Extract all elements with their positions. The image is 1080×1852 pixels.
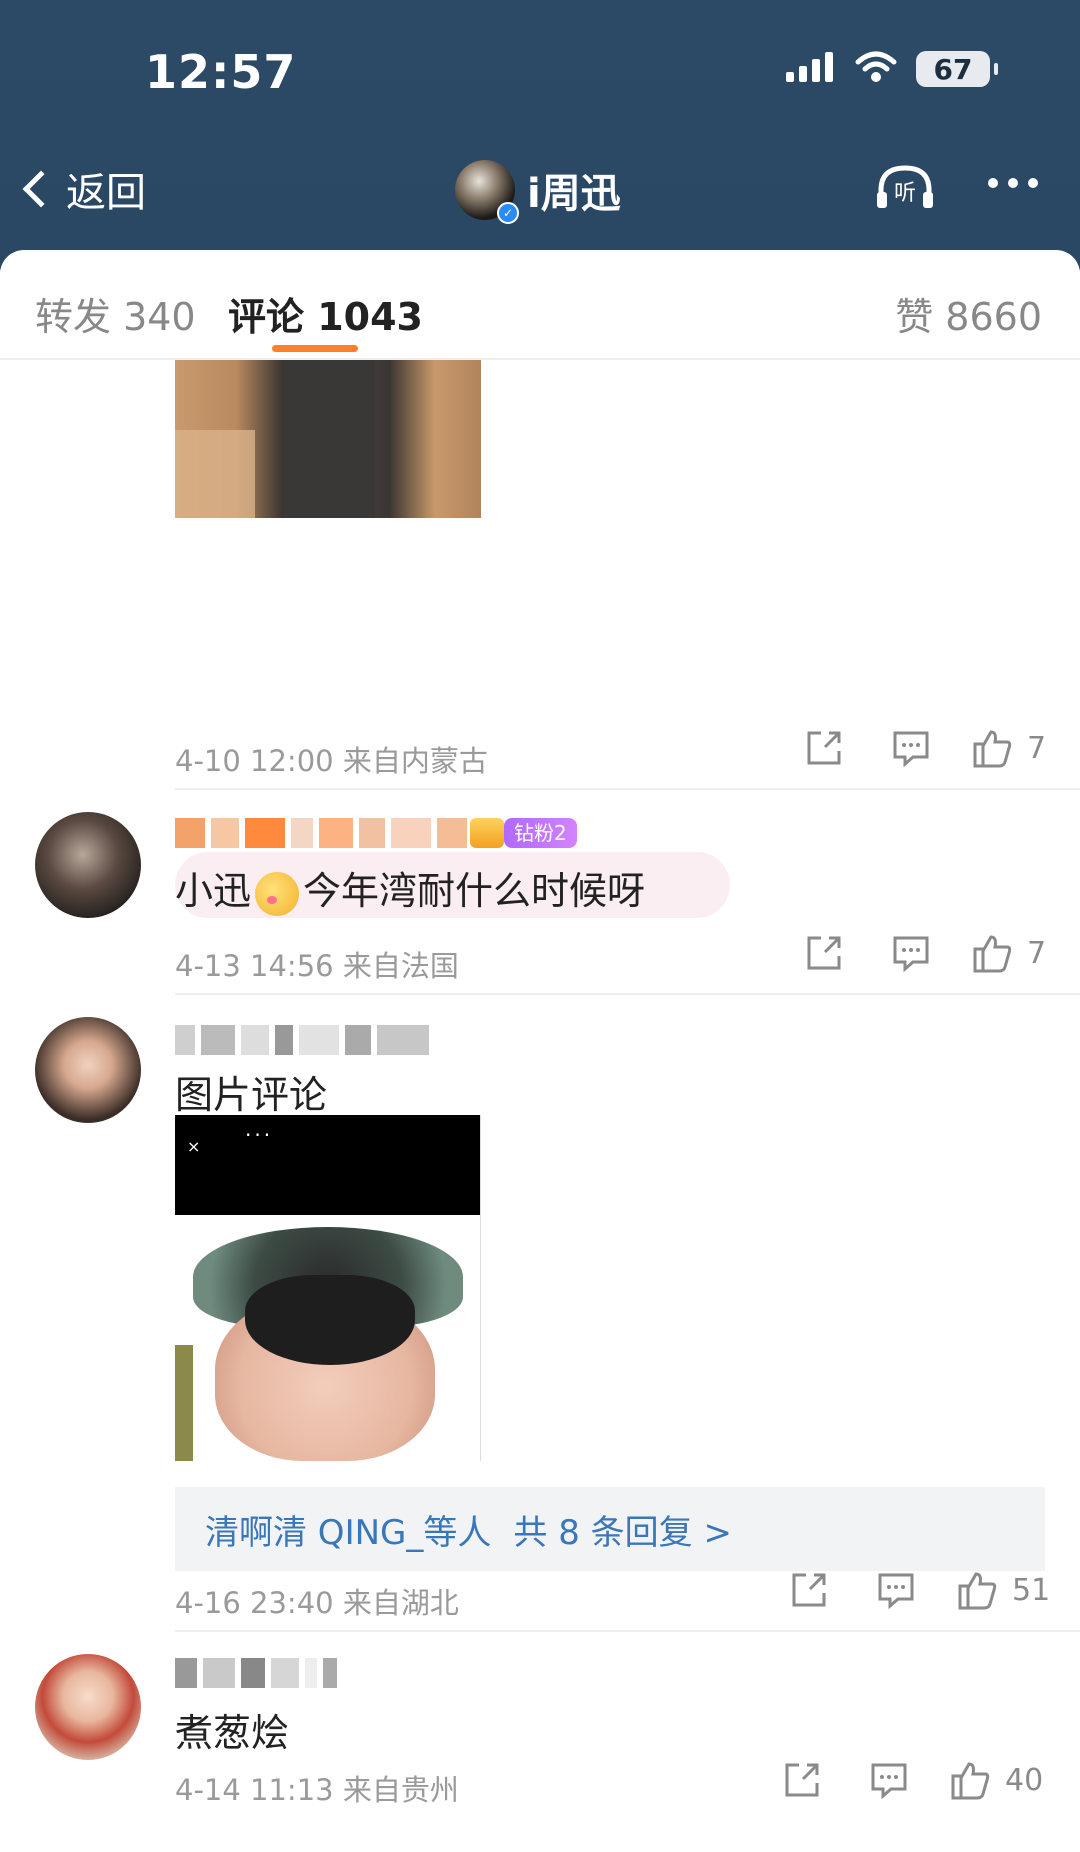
status-icons: 67 bbox=[786, 50, 998, 88]
header: 12:57 67 返回 ✓ i周迅 听 bbox=[0, 0, 1080, 270]
signal-icon bbox=[786, 50, 836, 88]
photo-figure bbox=[285, 360, 375, 518]
like-button[interactable]: 7 bbox=[971, 728, 1046, 768]
crown-icon bbox=[470, 818, 504, 848]
more-icon: ... bbox=[245, 1117, 274, 1141]
comment-actions: 51 bbox=[790, 1570, 1050, 1610]
comment-text: 煮葱烩 bbox=[175, 1711, 290, 1755]
verified-badge-icon: ✓ bbox=[497, 202, 519, 224]
listen-button[interactable]: 听 bbox=[875, 162, 935, 216]
photo-chair bbox=[175, 430, 255, 518]
like-count: 40 bbox=[1005, 1762, 1044, 1798]
profile-title[interactable]: ✓ i周迅 bbox=[455, 160, 621, 224]
comment-divider bbox=[175, 788, 1080, 790]
share-button[interactable] bbox=[790, 1571, 828, 1609]
comment-text: 图片评论 bbox=[175, 1073, 328, 1117]
headphone-icon: 听 bbox=[877, 165, 933, 208]
comment-meta: 4-13 14:56 来自法国 bbox=[175, 949, 459, 983]
more-dot bbox=[988, 178, 998, 188]
back-label: 返回 bbox=[66, 170, 146, 216]
share-icon bbox=[792, 1573, 826, 1607]
share-icon bbox=[807, 731, 841, 765]
tab-repost[interactable]: 转发 340 bbox=[35, 286, 196, 341]
comment-text-part: 今年湾耐什么时候呀 bbox=[303, 869, 646, 913]
profile-name: i周迅 bbox=[527, 171, 621, 217]
like-count: 51 bbox=[1012, 1572, 1051, 1608]
comment-meta: 4-16 23:40 来自湖北 bbox=[175, 1586, 459, 1620]
comment-icon bbox=[878, 1573, 914, 1609]
avatar[interactable] bbox=[35, 1017, 141, 1123]
share-button[interactable] bbox=[805, 729, 843, 767]
comment-image[interactable] bbox=[175, 360, 481, 518]
comment-actions: 7 bbox=[805, 728, 1046, 768]
tab-comments[interactable]: 评论 1043 bbox=[228, 286, 423, 341]
share-button[interactable] bbox=[783, 1761, 821, 1799]
reply-button[interactable] bbox=[891, 934, 931, 972]
more-dot bbox=[1028, 178, 1038, 188]
back-button[interactable]: 返回 bbox=[22, 160, 146, 218]
reply-button[interactable] bbox=[891, 729, 931, 767]
like-button[interactable]: 7 bbox=[971, 933, 1046, 973]
comment-divider bbox=[175, 993, 1080, 995]
thumbs-up-icon bbox=[958, 1572, 997, 1610]
share-button[interactable] bbox=[805, 934, 843, 972]
chevron-left-icon bbox=[22, 170, 60, 208]
battery-indicator: 67 bbox=[916, 51, 998, 87]
replies-count: 共 8 条回复 > bbox=[513, 1512, 732, 1553]
comment-meta: 4-14 11:13 来自贵州 bbox=[175, 1773, 459, 1807]
meme-hair bbox=[245, 1275, 415, 1365]
thumbs-up-icon bbox=[951, 1762, 990, 1800]
wifi-icon bbox=[854, 50, 898, 88]
meme-tassel bbox=[175, 1345, 193, 1461]
comment-actions: 40 bbox=[783, 1760, 1043, 1800]
active-tab-indicator bbox=[272, 345, 358, 352]
thumbs-up-icon bbox=[973, 730, 1012, 768]
comment-icon bbox=[871, 1763, 907, 1799]
comment-text: 小迅 今年湾耐什么时候呀 bbox=[175, 860, 645, 916]
comment-actions: 7 bbox=[805, 933, 1046, 973]
replies-names: 清啊清 QING_等人 bbox=[205, 1512, 492, 1553]
tab-likes[interactable]: 赞 8660 bbox=[895, 286, 1042, 341]
share-icon bbox=[785, 1763, 819, 1797]
username-redacted[interactable] bbox=[175, 1025, 429, 1055]
comment-icon bbox=[893, 936, 929, 972]
like-count: 7 bbox=[1027, 935, 1047, 971]
image-top-bar: × ... bbox=[175, 1115, 480, 1215]
like-count: 7 bbox=[1027, 730, 1047, 766]
more-dot bbox=[1008, 178, 1018, 188]
comment-text-part: 小迅 bbox=[175, 869, 252, 913]
view-replies-link[interactable]: 清啊清 QING_等人 共 8 条回复 > bbox=[175, 1487, 1045, 1571]
close-icon: × bbox=[187, 1137, 201, 1156]
comment-divider bbox=[175, 1630, 1080, 1632]
reply-button[interactable] bbox=[876, 1571, 916, 1609]
username-redacted[interactable] bbox=[175, 1658, 337, 1688]
share-icon bbox=[807, 936, 841, 970]
username-redacted[interactable] bbox=[175, 818, 467, 848]
fan-level-badge: 钻粉2 bbox=[504, 818, 577, 848]
kiss-emoji-icon bbox=[255, 871, 300, 916]
more-button[interactable] bbox=[988, 178, 1038, 188]
thumbs-up-icon bbox=[973, 935, 1012, 973]
comments-sheet: 转发 340 评论 1043 赞 8660 4-10 12:00 来自内蒙古 7 bbox=[0, 250, 1080, 1852]
svg-text:听: 听 bbox=[894, 181, 916, 206]
comment-icon bbox=[893, 731, 929, 767]
status-time: 12:57 bbox=[145, 45, 297, 99]
like-button[interactable]: 51 bbox=[956, 1570, 1050, 1610]
avatar: ✓ bbox=[455, 160, 519, 224]
reply-button[interactable] bbox=[869, 1761, 909, 1799]
avatar[interactable] bbox=[35, 812, 141, 918]
like-button[interactable]: 40 bbox=[949, 1760, 1043, 1800]
comment-image[interactable]: × ... bbox=[175, 1115, 481, 1461]
comment-meta: 4-10 12:00 来自内蒙古 bbox=[175, 744, 488, 778]
tab-bar: 转发 340 评论 1043 赞 8660 bbox=[0, 250, 1080, 360]
avatar[interactable] bbox=[35, 1654, 141, 1760]
